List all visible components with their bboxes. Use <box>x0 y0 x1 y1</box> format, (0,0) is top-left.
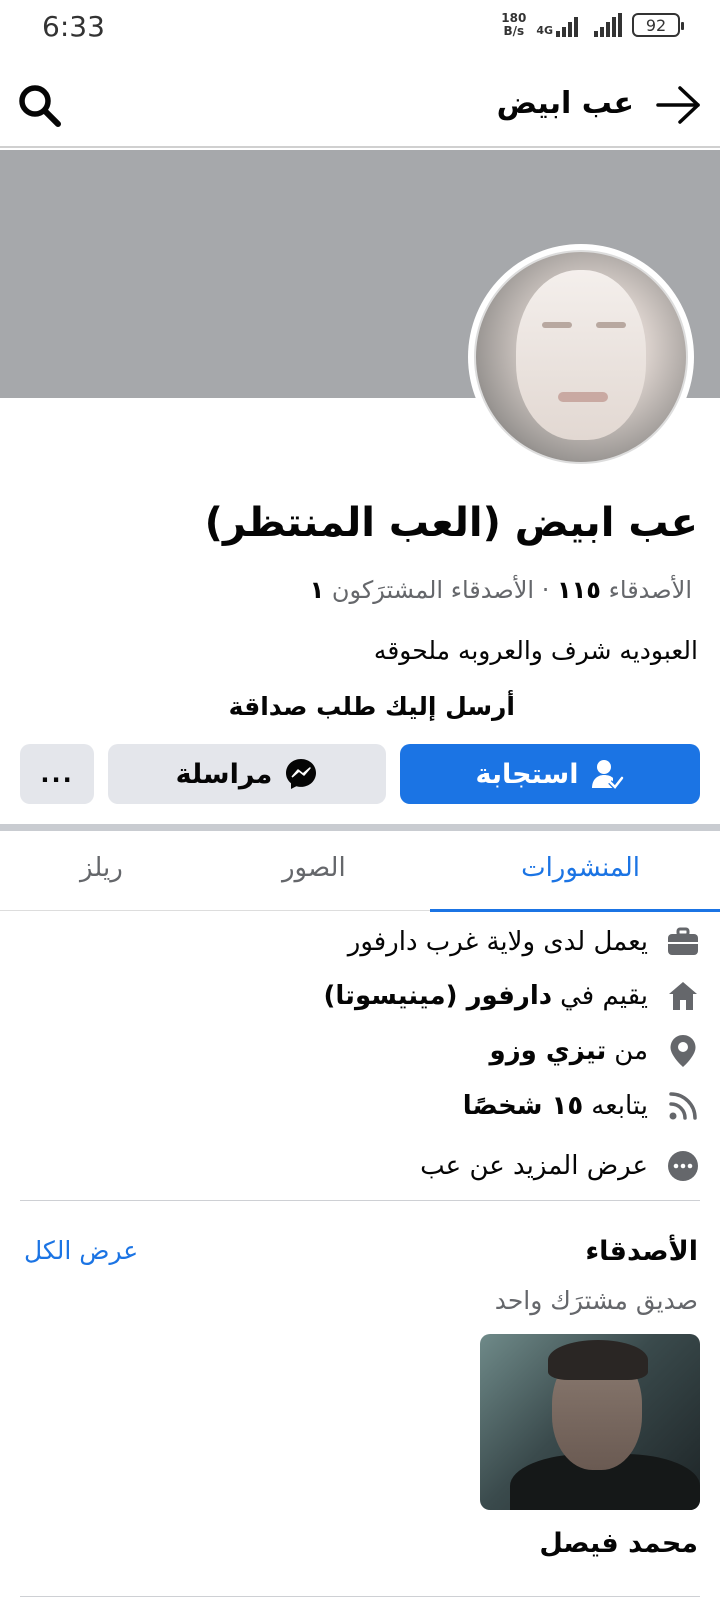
home-icon <box>666 979 700 1013</box>
mobile-data-indicator: 4G <box>536 13 578 37</box>
tab-reels[interactable]: ريلز <box>80 853 123 883</box>
messenger-icon <box>286 759 317 789</box>
signal-icon <box>556 13 578 37</box>
back-arrow-icon[interactable] <box>654 84 702 126</box>
detail-from: من تيزي وزو <box>490 1027 700 1075</box>
see-all-friends-link[interactable]: عرض الكل <box>24 1236 138 1265</box>
network-type: 4G <box>536 24 553 37</box>
lives-place[interactable]: دارفور (مينيسوتا) <box>324 981 553 1011</box>
friend-request-notice: أرسل إليك طلب صداقة <box>228 692 515 721</box>
status-bar: 6:33 180 B/s 4G 92 <box>0 0 720 56</box>
status-time: 6:33 <box>42 10 105 43</box>
tab-photos[interactable]: الصور <box>282 853 346 883</box>
profile-bio: العبوديه شرف والعروبه ملحوقه <box>373 636 698 665</box>
more-dots-icon: ... <box>40 760 74 788</box>
friend-check-icon <box>592 760 625 790</box>
battery-icon: 92 <box>632 13 684 37</box>
avatar-image <box>474 250 688 464</box>
detail-work: يعمل لدى ولاية غرب دارفور <box>348 918 700 966</box>
friend-name[interactable]: محمد فيصل <box>539 1528 698 1559</box>
friends-divider <box>20 1596 700 1597</box>
mutual-friends-count: صديق مشترَك واحد <box>494 1286 698 1315</box>
respond-button[interactable]: استجابة <box>400 744 700 804</box>
search-icon[interactable] <box>16 82 62 128</box>
message-button[interactable]: مراسلة <box>108 744 386 804</box>
more-options-button[interactable]: ... <box>20 744 94 804</box>
detail-followers: يتابعه ١٥ شخصًا <box>463 1082 700 1130</box>
rss-feed-icon <box>666 1089 700 1123</box>
see-more-about-button[interactable]: عرض المزيد عن عب <box>420 1142 700 1190</box>
location-pin-icon <box>666 1034 700 1068</box>
top-app-bar: عب ابيض <box>0 62 720 148</box>
from-place[interactable]: تيزي وزو <box>490 1036 607 1066</box>
active-tab-indicator <box>430 909 720 912</box>
details-divider <box>20 1200 700 1201</box>
network-speed: 180 B/s <box>501 11 527 38</box>
header-title: عب ابيض <box>496 86 634 121</box>
friend-photo[interactable] <box>480 1334 700 1510</box>
friend-stats[interactable]: الأصدقاء ١١٥ · الأصدقاء المشترَكون ١ <box>310 576 692 604</box>
briefcase-icon <box>666 925 700 959</box>
profile-name: عب ابيض (العب المنتظر) <box>204 500 698 546</box>
profile-tabs: المنشورات الصور ريلز <box>0 831 720 912</box>
detail-lives: يقيم في دارفور (مينيسوتا) <box>324 972 700 1020</box>
status-icons: 180 B/s 4G 92 <box>501 11 684 38</box>
section-divider <box>0 824 720 831</box>
friends-section-title: الأصدقاء <box>585 1236 698 1267</box>
more-circle-icon <box>666 1149 700 1183</box>
signal-icon-secondary <box>594 13 622 37</box>
tab-posts[interactable]: المنشورات <box>521 853 640 883</box>
profile-avatar[interactable] <box>468 244 694 470</box>
